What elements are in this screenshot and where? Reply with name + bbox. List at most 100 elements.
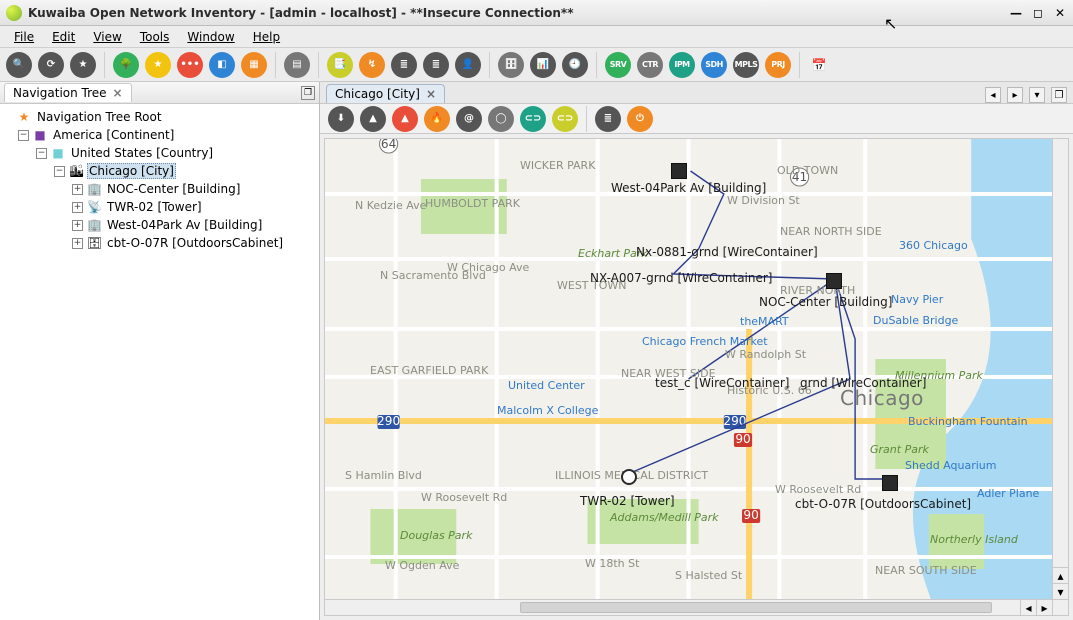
palette-icon[interactable]: ◧	[209, 52, 235, 78]
navigation-pane-header: Navigation Tree × ❐	[0, 82, 319, 104]
favorite-icon[interactable]: ★	[145, 52, 171, 78]
navigation-tab-close-icon[interactable]: ×	[113, 86, 123, 100]
navigation-tab[interactable]: Navigation Tree ×	[4, 83, 132, 102]
scroll-up-icon[interactable]: ▴	[1053, 567, 1068, 583]
horizontal-scrollbar[interactable]: ◂ ▸	[325, 599, 1052, 615]
tree-node-cabinet[interactable]: + 🗄 cbt-O-07R [OutdoorsCabinet]	[2, 234, 317, 252]
ipm-icon[interactable]: IPM	[669, 52, 695, 78]
menubar: File Edit View Tools Window Help	[0, 26, 1073, 48]
tree-root[interactable]: ★ Navigation Tree Root	[2, 108, 317, 126]
at-icon[interactable]: @	[456, 106, 482, 132]
close-button[interactable]: ✕	[1053, 6, 1067, 20]
clock-icon[interactable]: 🕘	[562, 52, 588, 78]
titlebar: Kuwaiba Open Network Inventory - [admin …	[0, 0, 1073, 26]
user-icon[interactable]: 👤	[455, 52, 481, 78]
tab-maximize-icon[interactable]: ❐	[1051, 87, 1067, 103]
svg-text:90: 90	[743, 508, 758, 522]
tree-node-continent[interactable]: − ■ America [Continent]	[2, 126, 317, 144]
menu-window[interactable]: Window	[179, 28, 242, 46]
editor-tabbar: Chicago [City] × ◂ ▸ ▾ ❐	[320, 82, 1073, 104]
tree-node-city[interactable]: − 🏙 Chicago [City]	[2, 162, 317, 180]
prj-icon[interactable]: PRJ	[765, 52, 791, 78]
mountain-icon[interactable]: ▲	[360, 106, 386, 132]
menu-edit[interactable]: Edit	[44, 28, 83, 46]
minimize-button[interactable]: —	[1009, 6, 1023, 20]
list2-icon[interactable]: ≣	[423, 52, 449, 78]
menu-view[interactable]: View	[85, 28, 129, 46]
svg-text:90: 90	[735, 432, 750, 446]
scroll-thumb[interactable]	[520, 602, 993, 613]
search-icon[interactable]: 🔍	[6, 52, 32, 78]
cabinet-icon: 🗄	[87, 236, 101, 250]
expand-icon[interactable]: +	[72, 220, 83, 231]
collapse-icon[interactable]: −	[36, 148, 47, 159]
rack-icon[interactable]: ▤	[284, 52, 310, 78]
tree-icon[interactable]: 🌳	[113, 52, 139, 78]
layers-icon[interactable]: 📑	[327, 52, 353, 78]
calendar-icon[interactable]: 📅	[808, 54, 830, 76]
scroll-down-icon[interactable]: ▾	[1053, 583, 1068, 599]
building-icon: 🏢	[87, 218, 101, 232]
collapse-icon[interactable]: −	[54, 166, 65, 177]
grid-icon[interactable]: ▦	[241, 52, 267, 78]
mountain-red-icon[interactable]: ▲	[392, 106, 418, 132]
svg-text:41: 41	[792, 170, 807, 184]
scroll-right-icon[interactable]: ▸	[1036, 600, 1052, 615]
tab-scroll-right-icon[interactable]: ▸	[1007, 87, 1023, 103]
link2-icon[interactable]: ⊂⊃	[552, 106, 578, 132]
srv-icon[interactable]: SRV	[605, 52, 631, 78]
tree-node-tower[interactable]: + 📡 TWR-02 [Tower]	[2, 198, 317, 216]
fire-icon[interactable]: 🔥	[424, 106, 450, 132]
scroll-corner	[1052, 599, 1068, 615]
tab-close-icon[interactable]: ×	[426, 87, 436, 101]
expand-icon[interactable]: +	[72, 202, 83, 213]
sdh-icon[interactable]: SDH	[701, 52, 727, 78]
ctr-icon[interactable]: CTR	[637, 52, 663, 78]
tab-chicago[interactable]: Chicago [City] ×	[326, 84, 445, 103]
menu-tools[interactable]: Tools	[132, 28, 178, 46]
maximize-button[interactable]: ◻	[1031, 6, 1045, 20]
navigation-maximize-icon[interactable]: ❐	[301, 86, 315, 100]
tree-node-west04[interactable]: + 🏢 West-04Park Av [Building]	[2, 216, 317, 234]
tree-node-noc[interactable]: + 🏢 NOC-Center [Building]	[2, 180, 317, 198]
power-icon[interactable]: ⏻	[627, 106, 653, 132]
tower-icon: 📡	[87, 200, 101, 214]
scroll-left-icon[interactable]: ◂	[1020, 600, 1036, 615]
window-title: Kuwaiba Open Network Inventory - [admin …	[28, 6, 1009, 20]
flow-icon[interactable]: ↯	[359, 52, 385, 78]
menu-help[interactable]: Help	[245, 28, 288, 46]
tab-scroll-left-icon[interactable]: ◂	[985, 87, 1001, 103]
vertical-scrollbar[interactable]: ▴ ▾	[1052, 139, 1068, 599]
tree-node-country[interactable]: − ■ United States [Country]	[2, 144, 317, 162]
chart-icon[interactable]: 📊	[530, 52, 556, 78]
refresh-icon[interactable]: ⟳	[38, 52, 64, 78]
collapse-icon[interactable]: −	[18, 130, 29, 141]
svg-text:290: 290	[723, 414, 746, 428]
download-icon[interactable]: ⬇	[328, 106, 354, 132]
square-cyan-icon: ■	[51, 146, 65, 160]
star-orange-icon: ★	[17, 110, 31, 124]
building-icon: 🏢	[87, 182, 101, 196]
expand-icon[interactable]: +	[72, 184, 83, 195]
navigation-pane: Navigation Tree × ❐ ★ Navigation Tree Ro…	[0, 82, 320, 620]
city-icon: 🏙	[69, 164, 83, 178]
list-icon[interactable]: ≣	[391, 52, 417, 78]
globe-icon[interactable]: ◯	[488, 106, 514, 132]
doc-icon[interactable]: ≣	[595, 106, 621, 132]
mpls-icon[interactable]: MPLS	[733, 52, 759, 78]
expand-icon[interactable]: +	[72, 238, 83, 249]
navigation-tree[interactable]: ★ Navigation Tree Root − ■ America [Cont…	[0, 104, 319, 620]
tab-dropdown-icon[interactable]: ▾	[1029, 87, 1045, 103]
map-view[interactable]: 64 41 290 90 290 90	[324, 138, 1069, 616]
link-icon[interactable]: ⊂⊃	[520, 106, 546, 132]
editor-pane: Chicago [City] × ◂ ▸ ▾ ❐ ⬇▲▲🔥@◯⊂⊃⊂⊃≣⏻	[320, 82, 1073, 620]
app-icon	[6, 5, 22, 21]
navigation-tab-label: Navigation Tree	[13, 86, 107, 100]
main-toolbar: 🔍⟳★🌳★•••◧▦▤📑↯≣≣👤🗄📊🕘SRVCTRIPMSDHMPLSPRJ📅	[0, 48, 1073, 82]
scatter-icon[interactable]: •••	[177, 52, 203, 78]
menu-file[interactable]: File	[6, 28, 42, 46]
square-purple-icon: ■	[33, 128, 47, 142]
tab-label: Chicago [City]	[335, 87, 420, 101]
star-icon[interactable]: ★	[70, 52, 96, 78]
db-icon[interactable]: 🗄	[498, 52, 524, 78]
